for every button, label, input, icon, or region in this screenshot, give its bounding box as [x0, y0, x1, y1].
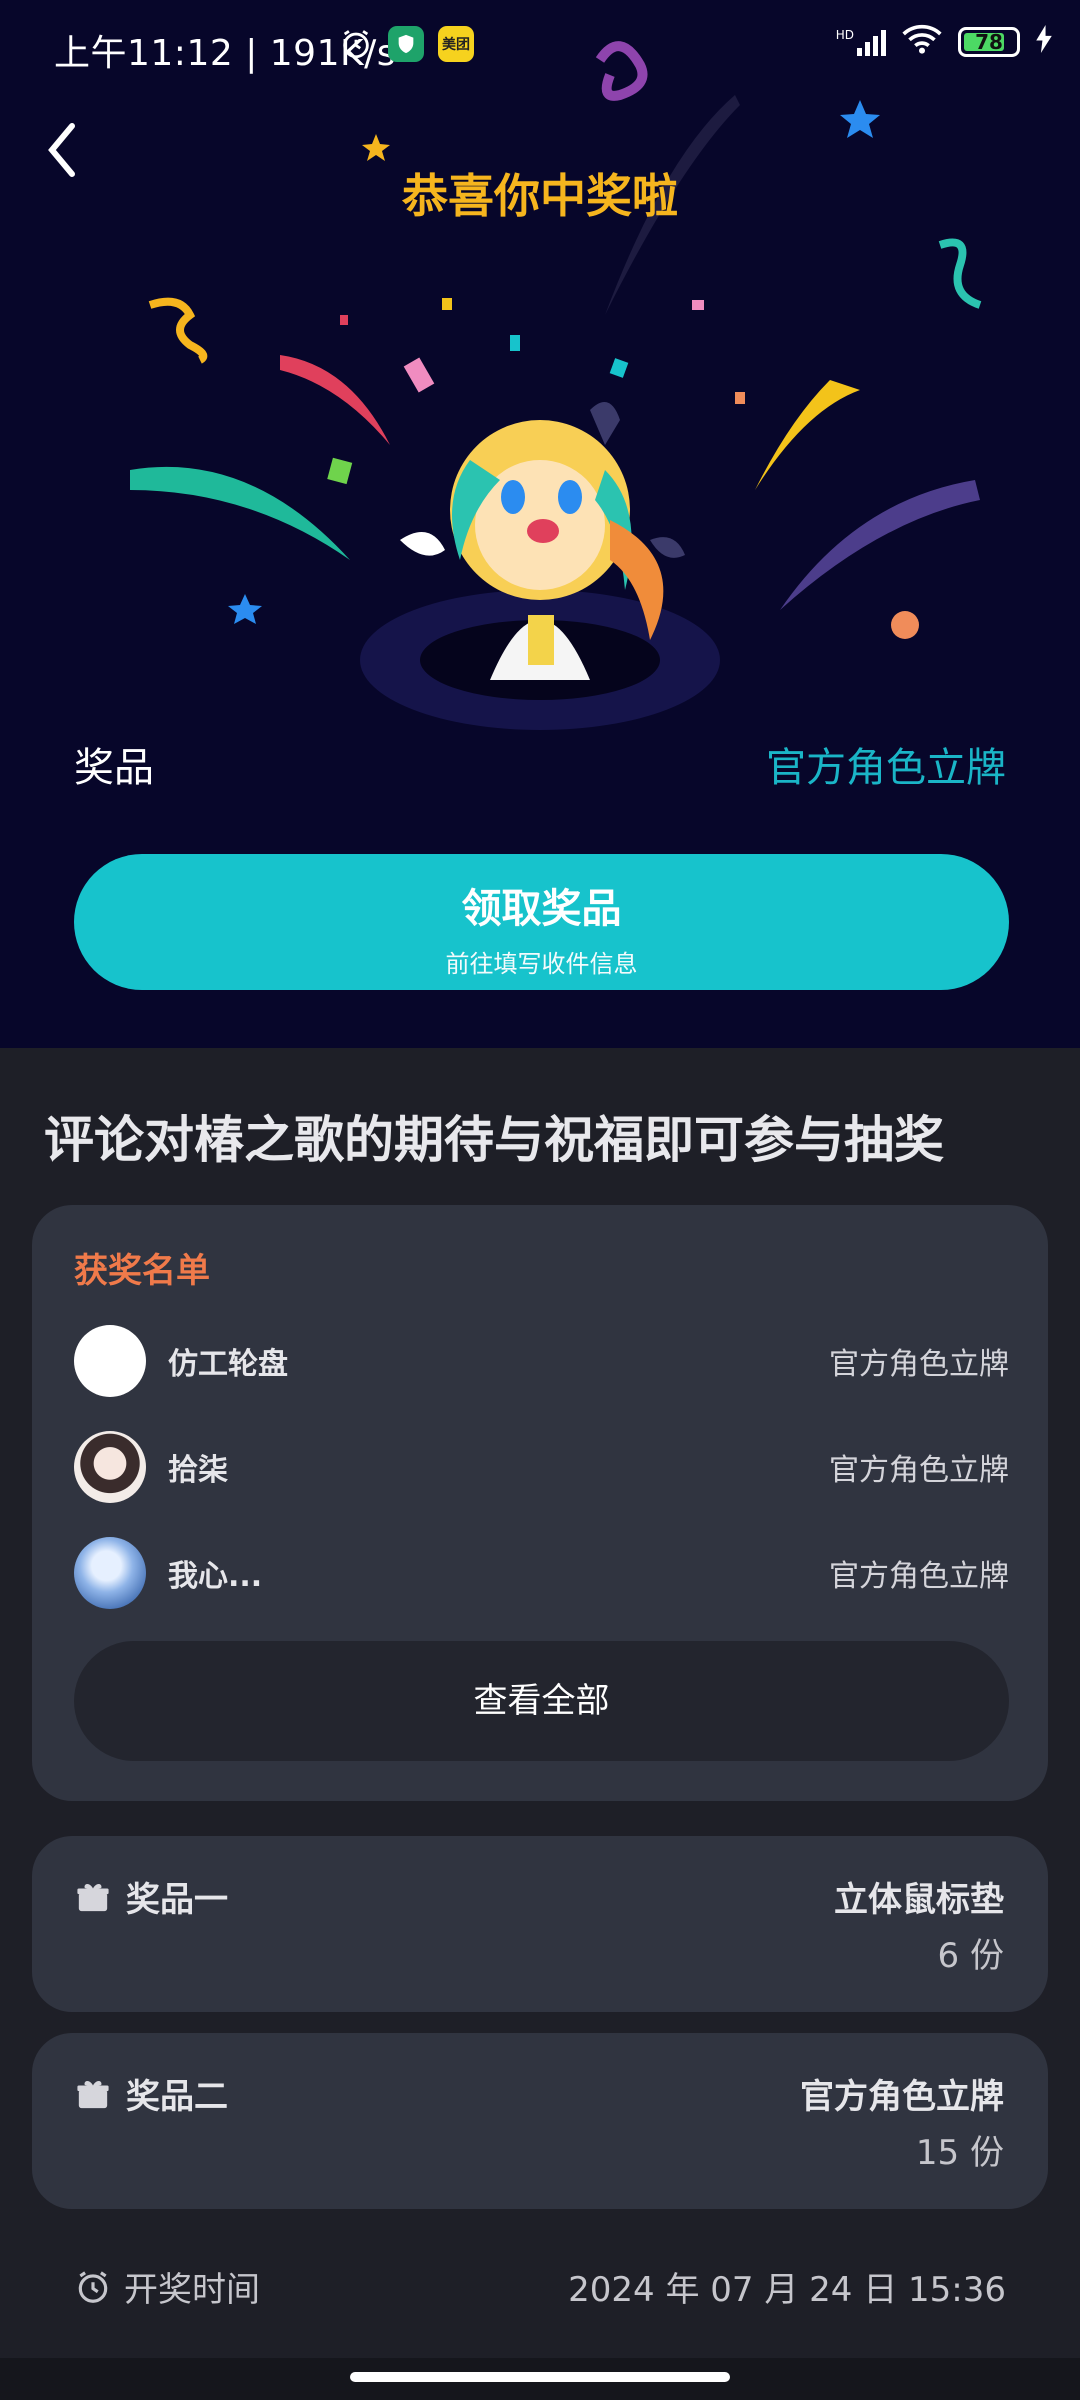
view-all-button[interactable]: 查看全部: [74, 1641, 1009, 1761]
winner-prize: 官方角色立牌: [829, 1453, 1009, 1488]
clock-text: 上午11:12: [54, 33, 234, 74]
avatar: [74, 1537, 146, 1609]
prize-card-label: 奖品一: [126, 1880, 228, 1920]
prize-value: 官方角色立牌: [766, 745, 1006, 791]
winner-name: 拾柒: [168, 1453, 228, 1488]
home-indicator[interactable]: [350, 2372, 730, 2382]
claim-prize-button[interactable]: 领取奖品 前往填写收件信息: [74, 854, 1009, 990]
draw-time-label: 开奖时间: [124, 2270, 260, 2310]
winner-row[interactable]: 拾柒 官方角色立牌: [74, 1429, 1009, 1505]
gift-icon: [77, 1883, 109, 1911]
status-icons: 美团: [338, 26, 474, 62]
draw-time-row: 开奖时间 2024 年 07 月 24 日 15:36: [74, 2262, 1006, 2311]
status-right: HD 78: [836, 24, 1052, 60]
prize-card: 奖品一 立体鼠标垫 6 份: [32, 1836, 1048, 2012]
prize-card-count: 6 份: [937, 1936, 1004, 1976]
winner-row[interactable]: 仿工轮盘 官方角色立牌: [74, 1323, 1009, 1399]
alarm-clock-icon: [78, 2270, 108, 2303]
signal-icon: HD: [836, 28, 886, 56]
hero-section: 上午11:12 | 191K/s 美团 HD 78 恭喜你中奖啦 奖品 官方角色…: [0, 0, 1080, 1048]
claim-button-label: 领取奖品: [461, 886, 622, 932]
network-type: HD: [835, 28, 854, 42]
winner-row[interactable]: 我心... 官方角色立牌: [74, 1535, 1009, 1611]
lottery-headline: 评论对椿之歌的期待与祝福即可参与抽奖: [44, 1111, 944, 1169]
shield-app-icon: [388, 26, 424, 62]
winner-name: 我心...: [168, 1559, 263, 1594]
claim-button-sublabel: 前往填写收件信息: [445, 950, 638, 978]
prize-card-name: 官方角色立牌: [800, 2077, 1004, 2117]
prize-card-header: 奖品二: [76, 2069, 228, 2118]
battery-level: 78: [975, 30, 1003, 54]
draw-time-value: 2024 年 07 月 24 日 15:36: [568, 2270, 1006, 2310]
winners-title: 获奖名单: [74, 1251, 210, 1291]
draw-time-label-group: 开奖时间: [74, 2262, 260, 2311]
prize-card-name: 立体鼠标垫: [834, 1880, 1004, 1920]
winner-name: 仿工轮盘: [168, 1347, 288, 1382]
congrats-title: 恭喜你中奖啦: [402, 169, 678, 223]
navigation-bar: [0, 2358, 1080, 2400]
charging-icon: [1036, 25, 1052, 59]
meituan-app-icon: 美团: [438, 26, 474, 62]
avatar: [74, 1431, 146, 1503]
winner-prize: 官方角色立牌: [829, 1559, 1009, 1594]
winners-card: 获奖名单 仿工轮盘 官方角色立牌 拾柒 官方角色立牌 我心... 官方角色立牌 …: [32, 1205, 1048, 1801]
gift-icon: [77, 2080, 109, 2108]
status-bar: 上午11:12 | 191K/s 美团 HD 78: [0, 0, 1080, 96]
prize-row: 奖品 官方角色立牌: [74, 735, 1006, 793]
prize-card-label: 奖品二: [126, 2077, 228, 2117]
battery-icon: 78: [958, 27, 1020, 57]
prize-card-header: 奖品一: [76, 1872, 228, 1921]
winner-prize: 官方角色立牌: [829, 1347, 1009, 1382]
avatar: [74, 1325, 146, 1397]
prize-card: 奖品二 官方角色立牌 15 份: [32, 2033, 1048, 2209]
prize-label: 奖品: [74, 745, 154, 791]
prize-card-count: 15 份: [915, 2133, 1004, 2173]
alarm-icon: [338, 26, 374, 62]
wifi-icon: [902, 24, 942, 60]
